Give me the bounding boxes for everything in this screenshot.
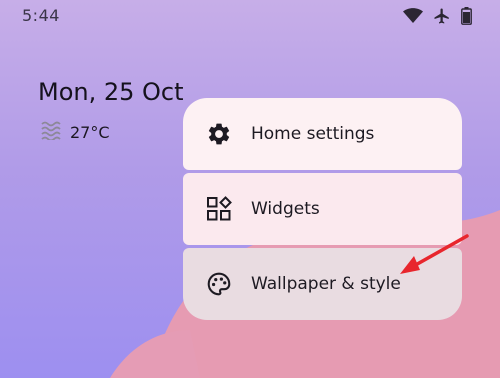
airplane-icon (433, 7, 451, 25)
home-settings-item[interactable]: Home settings (183, 98, 462, 170)
widgets-label: Widgets (251, 199, 320, 219)
wallpaper-style-item[interactable]: Wallpaper & style (183, 248, 462, 320)
haze-icon (40, 120, 62, 144)
home-settings-label: Home settings (251, 124, 375, 144)
wifi-icon (403, 8, 423, 24)
status-icons (403, 7, 472, 25)
battery-icon (461, 7, 472, 25)
status-bar: 5:44 (0, 0, 500, 34)
status-time: 5:44 (22, 6, 60, 25)
weather-widget[interactable]: 27°C (40, 120, 110, 144)
wallpaper-pink-shape-left (110, 330, 200, 378)
date-text[interactable]: Mon, 25 Oct (38, 78, 184, 106)
widgets-icon (205, 195, 233, 223)
widgets-item[interactable]: Widgets (183, 173, 462, 245)
gear-icon (205, 120, 233, 148)
wallpaper-style-label: Wallpaper & style (251, 274, 401, 294)
weather-temperature: 27°C (70, 122, 110, 142)
palette-icon (205, 270, 233, 298)
